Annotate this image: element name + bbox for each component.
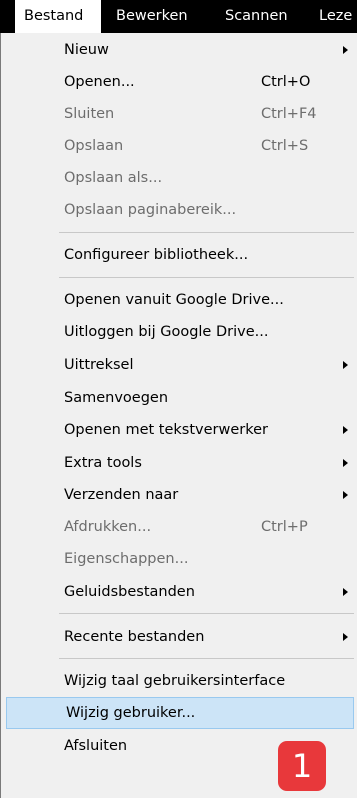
menu-item-recente-bestanden[interactable]: Recente bestanden (4, 621, 354, 653)
menu-item-label: Openen vanuit Google Drive... (64, 292, 284, 308)
menu-lezen[interactable]: Leze (319, 0, 352, 33)
menu-separator (59, 613, 354, 614)
menu-item-label: Extra tools (64, 455, 142, 471)
menu-item-label: Samenvoegen (64, 390, 169, 406)
menu-item-opslaan: Opslaan Ctrl+S (4, 130, 354, 162)
menu-item-label: Nieuw (64, 42, 109, 58)
menu-item-openen-tekstverwerker[interactable]: Openen met tekstverwerker (4, 414, 354, 446)
menu-item-geluidsbestanden[interactable]: Geluidsbestanden (4, 576, 354, 608)
step-number-badge: 1 (278, 741, 326, 791)
menu-item-label: Sluiten (64, 106, 115, 122)
menu-item-label: Opslaan paginabereik... (64, 202, 237, 218)
menu-item-sluiten: Sluiten Ctrl+F4 (4, 98, 354, 130)
menu-separator (59, 658, 354, 659)
menu-bestand[interactable]: Bestand (14, 0, 102, 33)
menu-item-uittreksel[interactable]: Uittreksel (4, 349, 354, 381)
menu-separator (59, 232, 354, 233)
menu-item-eigenschappen: Eigenschappen... (4, 543, 354, 575)
menu-bewerken[interactable]: Bewerken (116, 0, 188, 33)
menu-item-label: Geluidsbestanden (64, 584, 195, 600)
menu-item-label: Recente bestanden (64, 629, 205, 645)
menu-item-label: Wijzig taal gebruikersinterface (64, 673, 286, 689)
submenu-arrow-icon (343, 491, 348, 499)
menu-item-wijzig-gebruiker[interactable]: Wijzig gebruiker... (6, 697, 354, 729)
menu-item-label: Uittreksel (64, 357, 134, 373)
submenu-arrow-icon (343, 361, 348, 369)
menu-item-shortcut: Ctrl+P (261, 519, 308, 535)
menu-separator (59, 277, 354, 278)
submenu-arrow-icon (343, 426, 348, 434)
menu-bar: Bestand Bewerken Scannen Leze (0, 0, 357, 33)
menu-item-label: Openen... (64, 74, 135, 90)
menu-item-wijzig-taal[interactable]: Wijzig taal gebruikersinterface (4, 665, 354, 697)
menu-item-label: Opslaan als... (64, 170, 163, 186)
menu-item-shortcut: Ctrl+S (261, 138, 309, 154)
menu-item-opslaan-als: Opslaan als... (4, 162, 354, 194)
submenu-arrow-icon (343, 46, 348, 54)
menu-item-opslaan-paginabereik: Opslaan paginabereik... (4, 194, 354, 226)
menu-item-label: Openen met tekstverwerker (64, 422, 268, 438)
submenu-arrow-icon (343, 633, 348, 641)
menu-item-label: Configureer bibliotheek... (64, 247, 249, 263)
menu-item-label: Verzenden naar (64, 487, 179, 503)
menu-item-label: Opslaan (64, 138, 124, 154)
submenu-arrow-icon (343, 459, 348, 467)
menu-item-nieuw[interactable]: Nieuw (4, 34, 354, 66)
menu-item-afdrukken: Afdrukken... Ctrl+P (4, 511, 354, 543)
menu-scannen[interactable]: Scannen (225, 0, 288, 33)
bestand-dropdown-menu: Nieuw Openen... Ctrl+O Sluiten Ctrl+F4 O… (0, 33, 357, 798)
menu-item-verzenden-naar[interactable]: Verzenden naar (4, 479, 354, 511)
menu-item-samenvoegen[interactable]: Samenvoegen (4, 382, 354, 414)
submenu-arrow-icon (343, 588, 348, 596)
menu-item-label: Wijzig gebruiker... (66, 705, 196, 721)
menu-item-openen[interactable]: Openen... Ctrl+O (4, 66, 354, 98)
menu-item-shortcut: Ctrl+F4 (261, 106, 317, 122)
menu-item-extra-tools[interactable]: Extra tools (4, 447, 354, 479)
menu-item-openen-google-drive[interactable]: Openen vanuit Google Drive... (4, 284, 354, 316)
menu-item-label: Afdrukken... (64, 519, 152, 535)
menu-item-configureer-bibliotheek[interactable]: Configureer bibliotheek... (4, 239, 354, 271)
menu-item-label: Eigenschappen... (64, 551, 189, 567)
menu-item-shortcut: Ctrl+O (261, 74, 311, 90)
menu-item-uitloggen-google-drive[interactable]: Uitloggen bij Google Drive... (4, 316, 354, 348)
menu-item-label: Afsluiten (64, 738, 128, 754)
menu-item-label: Uitloggen bij Google Drive... (64, 324, 269, 340)
